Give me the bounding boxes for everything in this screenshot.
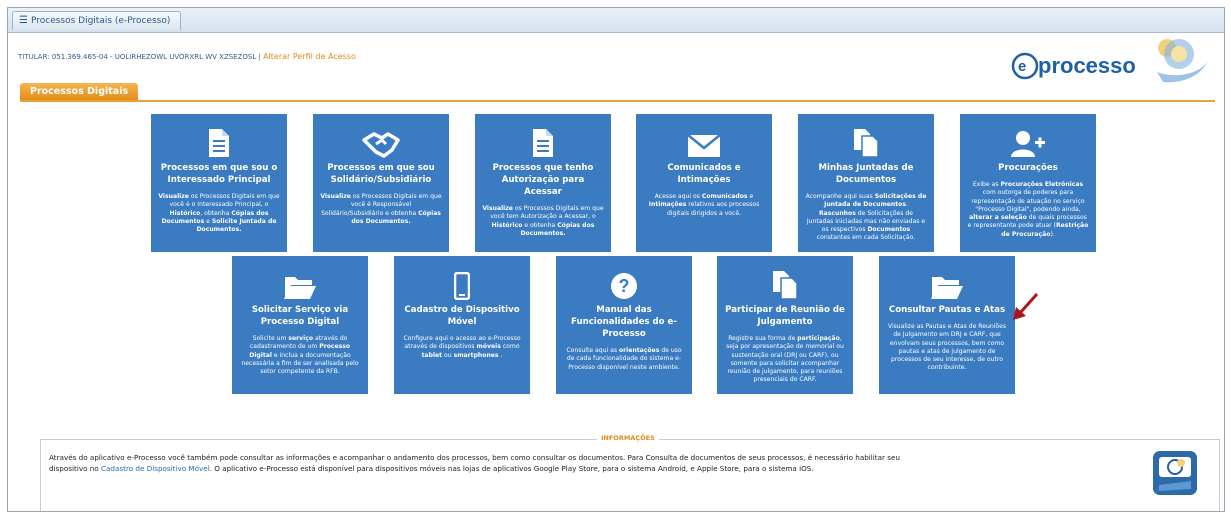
card-description: Visualize os Processos Digitais em que v… (320, 193, 442, 225)
svg-text:e: e (1018, 58, 1026, 75)
card-title: Participar de Reunião de Julgamento (725, 305, 845, 327)
menu-icon: ☰ (19, 15, 28, 26)
card-description: Configure aqui o acesso ao e-Processo at… (403, 335, 521, 359)
card-title: Solicitar Serviço via Processo Digital (251, 305, 349, 327)
question-icon: ? (563, 256, 685, 300)
card-r1-2[interactable]: Processos que tenho Autorização para Ace… (475, 114, 611, 252)
svg-text:?: ? (619, 276, 630, 296)
card-description: Solicite um serviço através do cadastram… (241, 335, 359, 376)
card-title: Cadastro de Dispositivo Móvel (404, 305, 520, 327)
files-icon (805, 114, 927, 158)
card-description: Visualize os Processos Digitais em que v… (158, 193, 280, 234)
card-r1-1[interactable]: Processos em que sou Solidário/Subsidiár… (313, 114, 449, 252)
tab-processos-digitais[interactable]: ☰ Processos Digitais (e-Processo) (12, 11, 182, 30)
cadastro-dispositivo-link[interactable]: Cadastro de Dispositivo Móvel (101, 464, 210, 473)
logo-text: processo (1038, 53, 1136, 78)
tab-label: Processos Digitais (e-Processo) (30, 16, 171, 26)
card-r1-5[interactable]: Procurações Exibe as Procurações Eletrôni… (960, 114, 1096, 252)
separator: | (258, 53, 261, 61)
card-description: Visualize as Pautas e Atas de Reuniões d… (887, 323, 1007, 372)
card-description: Acompanhe aqui suas Solicitações de Junt… (805, 193, 927, 242)
card-description: Acesse aqui os Comunicados e Intimações … (648, 193, 760, 217)
info-legend: INFORMAÇÕES (597, 434, 659, 442)
folder-open-icon (239, 256, 361, 300)
card-title: Consultar Pautas e Atas (888, 305, 1006, 315)
mobile-icon (401, 256, 523, 300)
card-r2-4[interactable]: Consultar Pautas e Atas Visualize as Paut… (879, 256, 1015, 394)
card-r2-2[interactable]: ? Manual das Funcionalidades do e-Process… (556, 256, 692, 394)
tab-processos-digitais-main[interactable]: Processos Digitais (20, 83, 139, 100)
card-title: Manual das Funcionalidades do e-Processo (571, 305, 677, 339)
info-line-2: dispositivo no Cadastro de Dispositivo M… (49, 464, 814, 473)
envelope-icon (643, 114, 765, 158)
card-title: Comunicados e Intimações (667, 163, 741, 185)
files-icon (724, 256, 846, 300)
card-title: Minhas Juntadas de Documentos (818, 163, 914, 185)
top-strip: ☰ Processos Digitais (e-Processo) (8, 8, 1224, 33)
card-r1-4[interactable]: Minhas Juntadas de Documentos Acompanhe a… (798, 114, 934, 252)
folder-open-icon (886, 256, 1008, 300)
card-description: Registre sua forma de participação, seja… (726, 335, 844, 384)
card-title: Processos que tenho Autorização para Ace… (492, 163, 594, 197)
eprocesso-logo: e processo (1011, 39, 1207, 83)
card-r2-1[interactable]: Cadastro de Dispositivo Móvel Configure a… (394, 256, 530, 394)
titular-text: TITULAR: 051.369.465-04 - UOLIRHEZOWL UV… (18, 53, 257, 61)
card-title: Procurações (998, 163, 1058, 173)
info-line-1: Através do aplicativo e-Processo você ta… (49, 453, 900, 462)
info-text: Através do aplicativo e-Processo você ta… (49, 452, 1059, 474)
user-plus-icon (967, 114, 1089, 158)
card-title: Processos em que sou o Interessado Princ… (160, 163, 278, 185)
alterar-perfil-link[interactable]: Alterar Perfil de Acesso (263, 52, 356, 61)
info-box: INFORMAÇÕES Através do aplicativo e-Proc… (40, 434, 1220, 511)
document-icon (158, 114, 280, 158)
browser-frame: ☰ Processos Digitais (e-Processo) TITULAR… (7, 7, 1225, 512)
tab-bar: Processos Digitais (20, 83, 1215, 102)
card-r2-0[interactable]: Solicitar Serviço via Processo Digital So… (232, 256, 368, 394)
titular-line: TITULAR: 051.369.465-04 - UOLIRHEZOWL UV… (18, 52, 356, 61)
card-description: Visualize os Processos Digitais em que v… (482, 205, 604, 237)
handshake-icon (320, 114, 442, 158)
red-arrow-annotation (1013, 292, 1039, 320)
card-description: Exibe as Procurações Eletrônicas com out… (967, 181, 1089, 238)
card-title: Processos em que sou Solidário/Subsidiár… (327, 163, 435, 185)
eprocesso-app-icon[interactable] (1153, 451, 1197, 495)
card-r1-3[interactable]: Comunicados e Intimações Acesse aqui os C… (636, 114, 772, 252)
card-r2-3[interactable]: Participar de Reunião de Julgamento Regis… (717, 256, 853, 394)
card-description: Consulte aqui as orientações de uso de c… (566, 347, 682, 371)
document-icon (482, 114, 604, 158)
card-r1-0[interactable]: Processos em que sou o Interessado Princ… (151, 114, 287, 252)
